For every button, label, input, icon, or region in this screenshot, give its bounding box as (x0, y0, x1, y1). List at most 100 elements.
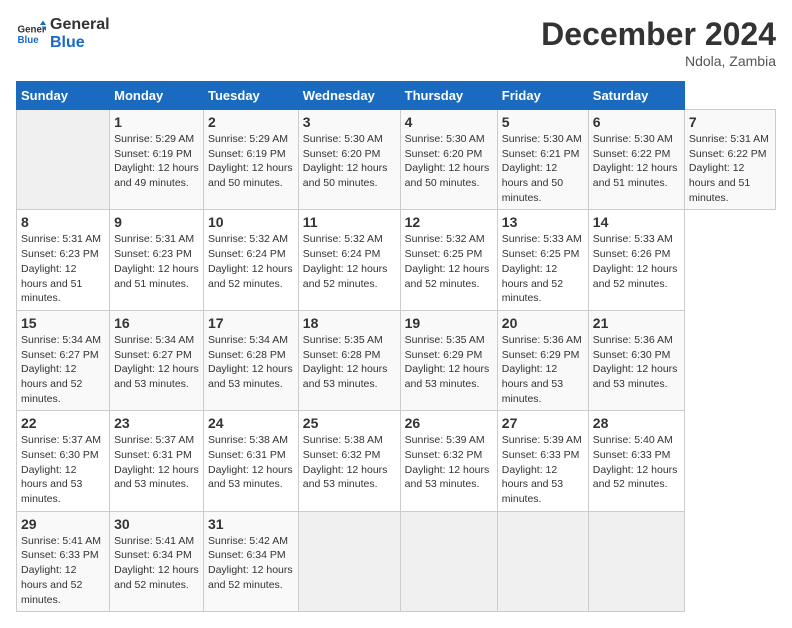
header-sunday: Sunday (17, 82, 110, 110)
page-header: General Blue General Blue December 2024 … (16, 16, 776, 69)
day-info: Sunrise: 5:30 AM Sunset: 6:21 PM Dayligh… (502, 132, 584, 205)
svg-text:General: General (18, 24, 47, 35)
logo: General Blue General Blue (16, 16, 110, 51)
day-info: Sunrise: 5:30 AM Sunset: 6:20 PM Dayligh… (405, 132, 493, 191)
day-number: 31 (208, 516, 294, 532)
table-row: 18 Sunrise: 5:35 AM Sunset: 6:28 PM Dayl… (298, 310, 400, 410)
day-info: Sunrise: 5:33 AM Sunset: 6:26 PM Dayligh… (593, 232, 680, 291)
header-friday: Friday (497, 82, 588, 110)
calendar-week-1: 1 Sunrise: 5:29 AM Sunset: 6:19 PM Dayli… (17, 110, 776, 210)
table-row: 5 Sunrise: 5:30 AM Sunset: 6:21 PM Dayli… (497, 110, 588, 210)
day-info: Sunrise: 5:38 AM Sunset: 6:32 PM Dayligh… (303, 433, 396, 492)
day-number: 17 (208, 315, 294, 331)
table-row: 9 Sunrise: 5:31 AM Sunset: 6:23 PM Dayli… (110, 210, 204, 310)
table-row: 1 Sunrise: 5:29 AM Sunset: 6:19 PM Dayli… (110, 110, 204, 210)
day-number: 29 (21, 516, 105, 532)
day-info: Sunrise: 5:34 AM Sunset: 6:27 PM Dayligh… (114, 333, 199, 392)
day-number: 5 (502, 114, 584, 130)
day-info: Sunrise: 5:42 AM Sunset: 6:34 PM Dayligh… (208, 534, 294, 593)
day-info: Sunrise: 5:40 AM Sunset: 6:33 PM Dayligh… (593, 433, 680, 492)
day-number: 7 (689, 114, 771, 130)
day-number: 14 (593, 214, 680, 230)
logo-icon: General Blue (16, 19, 46, 49)
header-saturday: Saturday (588, 82, 684, 110)
table-row (497, 511, 588, 611)
day-info: Sunrise: 5:31 AM Sunset: 6:23 PM Dayligh… (114, 232, 199, 291)
calendar-week-3: 15 Sunrise: 5:34 AM Sunset: 6:27 PM Dayl… (17, 310, 776, 410)
table-row: 4 Sunrise: 5:30 AM Sunset: 6:20 PM Dayli… (400, 110, 497, 210)
day-number: 9 (114, 214, 199, 230)
day-info: Sunrise: 5:37 AM Sunset: 6:31 PM Dayligh… (114, 433, 199, 492)
day-number: 16 (114, 315, 199, 331)
day-number: 11 (303, 214, 396, 230)
day-number: 26 (405, 415, 493, 431)
table-row: 29 Sunrise: 5:41 AM Sunset: 6:33 PM Dayl… (17, 511, 110, 611)
day-number: 30 (114, 516, 199, 532)
day-number: 18 (303, 315, 396, 331)
table-row: 12 Sunrise: 5:32 AM Sunset: 6:25 PM Dayl… (400, 210, 497, 310)
logo-line2: Blue (50, 34, 110, 52)
day-info: Sunrise: 5:31 AM Sunset: 6:22 PM Dayligh… (689, 132, 771, 205)
table-row: 10 Sunrise: 5:32 AM Sunset: 6:24 PM Dayl… (204, 210, 299, 310)
day-info: Sunrise: 5:29 AM Sunset: 6:19 PM Dayligh… (114, 132, 199, 191)
day-number: 22 (21, 415, 105, 431)
table-row: 31 Sunrise: 5:42 AM Sunset: 6:34 PM Dayl… (204, 511, 299, 611)
table-row: 28 Sunrise: 5:40 AM Sunset: 6:33 PM Dayl… (588, 411, 684, 511)
day-info: Sunrise: 5:32 AM Sunset: 6:24 PM Dayligh… (303, 232, 396, 291)
location-subtitle: Ndola, Zambia (541, 53, 776, 69)
day-number: 1 (114, 114, 199, 130)
calendar-week-4: 22 Sunrise: 5:37 AM Sunset: 6:30 PM Dayl… (17, 411, 776, 511)
day-number: 25 (303, 415, 396, 431)
day-info: Sunrise: 5:32 AM Sunset: 6:25 PM Dayligh… (405, 232, 493, 291)
table-row (17, 110, 110, 210)
header-wednesday: Wednesday (298, 82, 400, 110)
header-tuesday: Tuesday (204, 82, 299, 110)
day-info: Sunrise: 5:41 AM Sunset: 6:34 PM Dayligh… (114, 534, 199, 593)
table-row: 24 Sunrise: 5:38 AM Sunset: 6:31 PM Dayl… (204, 411, 299, 511)
day-info: Sunrise: 5:29 AM Sunset: 6:19 PM Dayligh… (208, 132, 294, 191)
calendar-header-row: Sunday Monday Tuesday Wednesday Thursday… (17, 82, 776, 110)
day-number: 10 (208, 214, 294, 230)
table-row: 20 Sunrise: 5:36 AM Sunset: 6:29 PM Dayl… (497, 310, 588, 410)
table-row: 16 Sunrise: 5:34 AM Sunset: 6:27 PM Dayl… (110, 310, 204, 410)
table-row: 21 Sunrise: 5:36 AM Sunset: 6:30 PM Dayl… (588, 310, 684, 410)
day-info: Sunrise: 5:30 AM Sunset: 6:22 PM Dayligh… (593, 132, 680, 191)
day-number: 8 (21, 214, 105, 230)
day-number: 2 (208, 114, 294, 130)
table-row: 25 Sunrise: 5:38 AM Sunset: 6:32 PM Dayl… (298, 411, 400, 511)
header-thursday: Thursday (400, 82, 497, 110)
table-row: 30 Sunrise: 5:41 AM Sunset: 6:34 PM Dayl… (110, 511, 204, 611)
day-info: Sunrise: 5:32 AM Sunset: 6:24 PM Dayligh… (208, 232, 294, 291)
calendar-week-2: 8 Sunrise: 5:31 AM Sunset: 6:23 PM Dayli… (17, 210, 776, 310)
day-info: Sunrise: 5:31 AM Sunset: 6:23 PM Dayligh… (21, 232, 105, 305)
table-row: 8 Sunrise: 5:31 AM Sunset: 6:23 PM Dayli… (17, 210, 110, 310)
table-row: 14 Sunrise: 5:33 AM Sunset: 6:26 PM Dayl… (588, 210, 684, 310)
day-info: Sunrise: 5:35 AM Sunset: 6:29 PM Dayligh… (405, 333, 493, 392)
table-row: 15 Sunrise: 5:34 AM Sunset: 6:27 PM Dayl… (17, 310, 110, 410)
day-number: 12 (405, 214, 493, 230)
day-number: 23 (114, 415, 199, 431)
day-number: 13 (502, 214, 584, 230)
table-row: 6 Sunrise: 5:30 AM Sunset: 6:22 PM Dayli… (588, 110, 684, 210)
day-number: 15 (21, 315, 105, 331)
table-row: 13 Sunrise: 5:33 AM Sunset: 6:25 PM Dayl… (497, 210, 588, 310)
table-row: 19 Sunrise: 5:35 AM Sunset: 6:29 PM Dayl… (400, 310, 497, 410)
day-number: 28 (593, 415, 680, 431)
month-title: December 2024 (541, 16, 776, 53)
day-number: 6 (593, 114, 680, 130)
calendar-table: Sunday Monday Tuesday Wednesday Thursday… (16, 81, 776, 612)
table-row: 22 Sunrise: 5:37 AM Sunset: 6:30 PM Dayl… (17, 411, 110, 511)
table-row (400, 511, 497, 611)
day-info: Sunrise: 5:30 AM Sunset: 6:20 PM Dayligh… (303, 132, 396, 191)
day-info: Sunrise: 5:33 AM Sunset: 6:25 PM Dayligh… (502, 232, 584, 305)
table-row: 23 Sunrise: 5:37 AM Sunset: 6:31 PM Dayl… (110, 411, 204, 511)
day-info: Sunrise: 5:36 AM Sunset: 6:29 PM Dayligh… (502, 333, 584, 406)
day-info: Sunrise: 5:35 AM Sunset: 6:28 PM Dayligh… (303, 333, 396, 392)
day-info: Sunrise: 5:39 AM Sunset: 6:32 PM Dayligh… (405, 433, 493, 492)
table-row: 2 Sunrise: 5:29 AM Sunset: 6:19 PM Dayli… (204, 110, 299, 210)
logo-line1: General (50, 16, 110, 34)
day-number: 27 (502, 415, 584, 431)
table-row: 11 Sunrise: 5:32 AM Sunset: 6:24 PM Dayl… (298, 210, 400, 310)
title-block: December 2024 Ndola, Zambia (541, 16, 776, 69)
table-row: 7 Sunrise: 5:31 AM Sunset: 6:22 PM Dayli… (684, 110, 775, 210)
